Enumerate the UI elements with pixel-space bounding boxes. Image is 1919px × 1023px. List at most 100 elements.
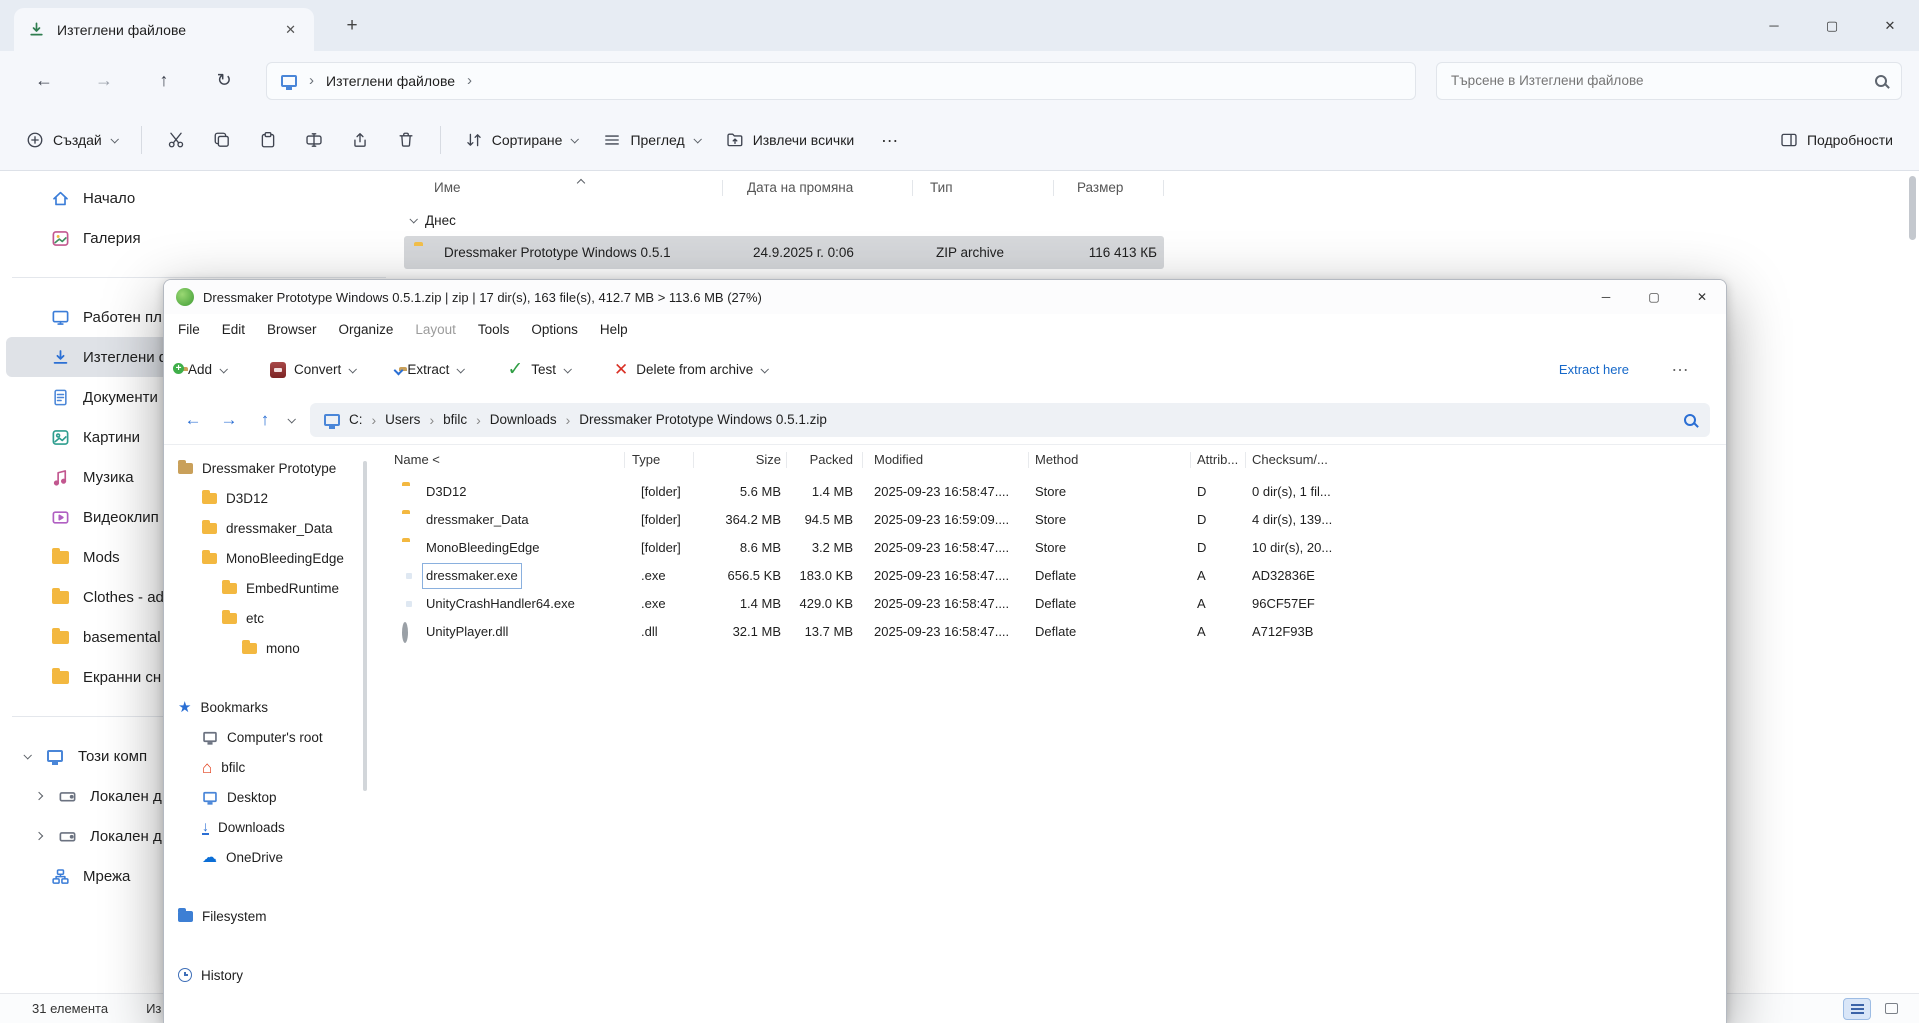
search-icon[interactable] [1875,74,1887,87]
tree-item-folder[interactable]: etc [164,603,368,633]
tree-item-folder[interactable]: EmbedRuntime [164,573,368,603]
tree-item-desktop[interactable]: Desktop [164,782,368,812]
delete-button[interactable] [386,121,426,159]
extract-all-button[interactable]: Извлечи всички [716,123,864,157]
chevron-down-icon[interactable] [348,364,358,374]
separator[interactable] [1053,180,1054,196]
column-header-type[interactable]: Type [632,445,660,475]
add-button[interactable]: + Add [173,362,228,377]
crumb-drive[interactable]: C: [349,412,363,427]
maximize-button[interactable]: ▢ [1630,280,1678,314]
tree-item-folder[interactable]: mono [164,633,368,663]
breadcrumb[interactable]: › Изтеглени файлове › [266,61,1416,100]
menu-browser[interactable]: Browser [267,322,317,337]
forward-icon[interactable]: → [86,63,122,99]
breadcrumb-location[interactable]: Изтеглени файлове [326,73,455,89]
separator[interactable] [624,452,625,468]
chevron-down-icon[interactable] [760,364,770,374]
share-button[interactable] [340,121,380,159]
test-button[interactable]: ✓ Test [507,360,572,379]
tree-item-computers-root[interactable]: Computer's root [164,722,368,752]
column-header-checksum[interactable]: Checksum/... [1252,445,1328,475]
column-header-type[interactable]: Тип [930,172,953,203]
search-input[interactable] [1451,73,1875,88]
tree-section-bookmarks[interactable]: ★ Bookmarks [164,692,368,722]
menu-layout[interactable]: Layout [415,322,456,337]
back-icon[interactable]: ← [26,63,62,99]
tree-item-archive-root[interactable]: Dressmaker Prototype [164,453,368,483]
forward-icon[interactable]: → [216,410,242,430]
view-button[interactable]: Преглед [593,123,709,157]
peazip-title-bar[interactable]: Dressmaker Prototype Windows 0.5.1.zip |… [164,280,1726,314]
separator[interactable] [1163,180,1164,196]
convert-button[interactable]: Convert [270,361,358,378]
delete-from-archive-button[interactable]: ✕ Delete from archive [614,361,770,378]
column-header-name[interactable]: Name < [394,445,440,475]
menu-organize[interactable]: Organize [339,322,394,337]
row-name[interactable]: dressmaker.exe [422,563,522,589]
separator[interactable] [1245,452,1246,468]
search-box[interactable] [1436,61,1902,100]
more-button[interactable]: … [870,121,910,159]
crumb-downloads[interactable]: Downloads [490,412,557,427]
archive-row[interactable]: D3D12 [folder] 5.6 MB 1.4 MB 2025-09-23 … [368,478,1726,506]
separator[interactable] [1190,452,1191,468]
extract-here-link[interactable]: Extract here [1559,362,1629,377]
chevron-down-icon[interactable] [219,364,228,374]
tree-item-onedrive[interactable]: ☁ OneDrive [164,842,368,872]
row-name[interactable]: MonoBleedingEdge [426,534,539,562]
row-name[interactable]: D3D12 [426,478,466,506]
tree-item-folder[interactable]: MonoBleedingEdge [164,543,368,573]
archive-row[interactable]: UnityPlayer.dll .dll 32.1 MB 13.7 MB 202… [368,618,1726,646]
separator[interactable] [912,180,913,196]
menu-options[interactable]: Options [531,322,578,337]
column-header-name[interactable]: Име [434,172,461,203]
column-header-size[interactable]: Размер [1077,172,1123,203]
explorer-tab[interactable]: Изтеглени файлове ✕ [14,8,314,51]
archive-row[interactable]: MonoBleedingEdge [folder] 8.6 MB 3.2 MB … [368,534,1726,562]
crumb-users[interactable]: Users [385,412,420,427]
tree-item-user-home[interactable]: ⌂ bfilc [164,752,368,782]
minimize-button[interactable]: ─ [1745,0,1803,51]
menu-tools[interactable]: Tools [478,322,510,337]
details-view-toggle[interactable] [1843,997,1871,1020]
file-name[interactable]: Dressmaker Prototype Windows 0.5.1 [444,236,671,269]
close-button[interactable]: ✕ [1678,280,1726,314]
group-header-today[interactable]: Днес [398,205,456,235]
chevron-down-icon[interactable] [409,215,418,224]
row-name[interactable]: UnityCrashHandler64.exe [426,590,575,618]
refresh-icon[interactable]: ↻ [206,63,242,99]
row-name[interactable]: UnityPlayer.dll [426,618,508,646]
chevron-right-icon[interactable] [34,791,44,801]
new-tab-button[interactable]: + [338,12,366,40]
details-pane-button[interactable]: Подробности [1770,123,1903,157]
cut-button[interactable] [156,121,196,159]
copy-button[interactable] [202,121,242,159]
new-button[interactable]: Създай [16,123,127,157]
column-header-packed[interactable]: Packed [781,445,853,475]
chevron-right-icon[interactable] [34,831,44,841]
more-button[interactable]: … [1671,355,1690,376]
scrollbar-thumb[interactable] [1909,176,1916,240]
menu-edit[interactable]: Edit [222,322,245,337]
separator[interactable] [1028,452,1029,468]
sort-button[interactable]: Сортиране [455,123,588,157]
chevron-down-icon[interactable] [456,364,466,374]
peazip-breadcrumb[interactable]: C: › Users › bfilc › Downloads › Dressma… [310,402,1710,437]
up-icon[interactable]: ↑ [146,63,182,99]
column-header-modified[interactable]: Modified [874,445,923,475]
column-header-size[interactable]: Size [701,445,781,475]
sidebar-item-gallery[interactable]: Галерия [6,218,392,258]
close-button[interactable]: ✕ [1861,0,1919,51]
chevron-down-icon[interactable] [23,751,32,760]
column-header-date[interactable]: Дата на промяна [747,172,853,203]
paste-button[interactable] [248,121,288,159]
sidebar-item-home[interactable]: Начало [6,178,392,218]
row-name[interactable]: dressmaker_Data [426,506,529,534]
chevron-down-icon[interactable] [287,414,296,424]
extract-button[interactable]: Extract [393,362,466,377]
tree-item-folder[interactable]: D3D12 [164,483,368,513]
thumbnail-view-toggle[interactable] [1877,998,1905,1020]
tree-item-filesystem[interactable]: Filesystem [164,901,368,931]
archive-row-focused[interactable]: dressmaker.exe .exe 656.5 KB 183.0 KB 20… [368,562,1726,590]
